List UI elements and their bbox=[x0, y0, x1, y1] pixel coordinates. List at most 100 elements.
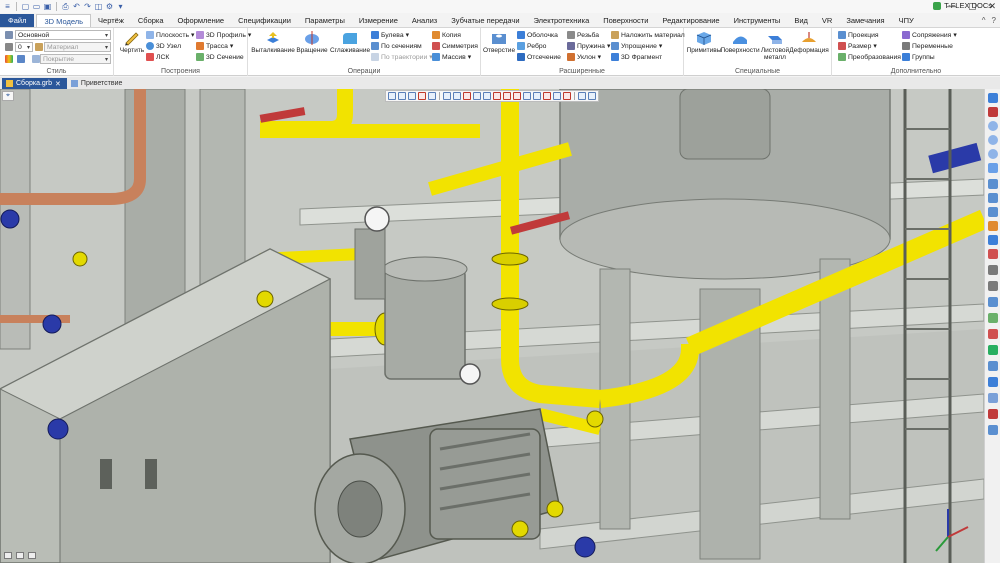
snap-grid-icon[interactable] bbox=[523, 92, 531, 100]
select-box-icon[interactable] bbox=[428, 92, 436, 100]
cut-button[interactable]: Отсечение bbox=[517, 52, 561, 62]
snap-lcs-icon[interactable] bbox=[533, 92, 541, 100]
revolve-button[interactable]: Вращение bbox=[294, 30, 330, 54]
zoom-fit-icon[interactable] bbox=[988, 149, 998, 159]
tab-analysis[interactable]: Анализ bbox=[405, 14, 444, 27]
apply-material-button[interactable]: Наложить материал bbox=[611, 30, 685, 40]
draw-button[interactable]: Чертить bbox=[117, 30, 147, 54]
tab-surfaces[interactable]: Поверхности bbox=[596, 14, 655, 27]
mates-button[interactable]: Сопряжения ▾ bbox=[902, 30, 957, 40]
walk-view-icon[interactable] bbox=[988, 207, 998, 217]
tab-remarks[interactable]: Замечания bbox=[839, 14, 891, 27]
measure-view-icon[interactable] bbox=[988, 425, 998, 435]
sheet-metal-button[interactable]: Листовой металл bbox=[759, 30, 791, 61]
route-button[interactable]: Трасса ▾ bbox=[196, 41, 233, 51]
tab-gears[interactable]: Зубчатые передачи bbox=[444, 14, 526, 27]
layer-select[interactable]: Основной ▾ bbox=[15, 30, 111, 40]
tab-tools[interactable]: Инструменты bbox=[727, 14, 788, 27]
settings-icon[interactable]: ⚙ bbox=[105, 2, 114, 11]
filter-faces-icon[interactable] bbox=[408, 92, 416, 100]
zoom-out-icon[interactable] bbox=[988, 135, 998, 145]
by-sections-button[interactable]: По сечениям bbox=[371, 41, 422, 51]
snap-node-icon[interactable] bbox=[483, 92, 491, 100]
snap-normal-icon[interactable] bbox=[553, 92, 561, 100]
spring-button[interactable]: Пружина ▾ bbox=[567, 41, 610, 51]
magnet-icon[interactable] bbox=[988, 107, 998, 117]
snap-point-icon[interactable] bbox=[453, 92, 461, 100]
array-button[interactable]: Массив ▾ bbox=[432, 52, 471, 62]
deformation-button[interactable]: Деформация bbox=[789, 30, 829, 54]
snap-axis-icon[interactable] bbox=[503, 92, 511, 100]
brand-docs[interactable]: T-FLEX DOCs bbox=[933, 1, 992, 10]
snap-icon[interactable] bbox=[443, 92, 451, 100]
snap-face-icon[interactable] bbox=[473, 92, 481, 100]
display-mode-icon[interactable] bbox=[588, 92, 596, 100]
tab-assembly[interactable]: Сборка bbox=[131, 14, 171, 27]
cube-view-icon[interactable] bbox=[988, 235, 998, 245]
projection-button[interactable]: Проекция bbox=[838, 30, 879, 40]
size-button[interactable]: Размер ▾ bbox=[838, 41, 877, 51]
zoom-in-icon[interactable] bbox=[988, 121, 998, 131]
ortho-toggle-icon[interactable] bbox=[16, 552, 24, 559]
simplify-button[interactable]: Упрощение ▾ bbox=[611, 41, 662, 51]
extrude-button[interactable]: Выталкивание bbox=[251, 30, 295, 54]
tab-3d-model[interactable]: 3D Модель bbox=[36, 14, 92, 27]
tab-electrical[interactable]: Электротехника bbox=[527, 14, 597, 27]
coating-select[interactable]: Покрытие ▾ bbox=[40, 54, 111, 64]
text-tool-icon[interactable] bbox=[988, 409, 998, 419]
rib-button[interactable]: Ребро bbox=[517, 41, 546, 51]
view-iso-icon[interactable] bbox=[988, 345, 998, 355]
filter-edges-icon[interactable] bbox=[418, 92, 426, 100]
wireframe-icon[interactable] bbox=[988, 281, 998, 291]
snap-parallel-icon[interactable] bbox=[563, 92, 571, 100]
tab-design[interactable]: Оформление bbox=[171, 14, 232, 27]
transforms-button[interactable]: Преобразования bbox=[838, 52, 901, 62]
lsk-button[interactable]: ЛСК bbox=[146, 52, 169, 62]
screenshot-icon[interactable] bbox=[988, 393, 998, 403]
color-palette-icon[interactable] bbox=[5, 55, 13, 63]
shell-button[interactable]: Оболочка bbox=[517, 30, 558, 40]
tab-specifications[interactable]: Спецификации bbox=[231, 14, 298, 27]
tab-cnc[interactable]: ЧПУ bbox=[892, 14, 921, 27]
view-top-icon[interactable] bbox=[988, 313, 998, 323]
undo-icon[interactable]: ↶ bbox=[72, 2, 81, 11]
view-orientation-icon[interactable] bbox=[988, 93, 998, 103]
render-icon[interactable] bbox=[988, 377, 998, 387]
redo-icon[interactable]: ↷ bbox=[83, 2, 92, 11]
copy-button[interactable]: Копия bbox=[432, 30, 461, 40]
tab-vr[interactable]: VR bbox=[815, 14, 839, 27]
level-select[interactable]: 0 ▾ bbox=[15, 42, 33, 52]
surfaces-button[interactable]: Поверхности bbox=[720, 30, 760, 54]
doc-tab-assembly[interactable]: Сборка.grb ✕ bbox=[2, 78, 67, 89]
zoom-window-icon[interactable] bbox=[988, 163, 998, 173]
thread-button[interactable]: Резьба bbox=[567, 30, 599, 40]
material-select[interactable]: Материал ▾ bbox=[44, 42, 111, 52]
app-menu-icon[interactable]: ≡ bbox=[3, 2, 12, 11]
primitives-button[interactable]: Примитивы bbox=[687, 30, 721, 54]
hole-button[interactable]: Отверстие bbox=[483, 30, 515, 54]
variables-button[interactable]: Переменные bbox=[902, 41, 953, 51]
snap-edge-icon[interactable] bbox=[463, 92, 471, 100]
tab-editing[interactable]: Редактирование bbox=[655, 14, 726, 27]
tab-drawing[interactable]: Чертёж bbox=[91, 14, 131, 27]
section-3d-button[interactable]: 3D Сечение bbox=[196, 52, 244, 62]
symmetry-button[interactable]: Симметрия bbox=[432, 41, 478, 51]
lighting-icon[interactable] bbox=[988, 249, 998, 259]
help-icon[interactable]: ? bbox=[992, 16, 996, 25]
profile-3d-button[interactable]: 3D Профиль ▾ bbox=[196, 30, 251, 40]
view-side-icon[interactable] bbox=[988, 329, 998, 339]
view-mode-icon[interactable] bbox=[578, 92, 586, 100]
slope-button[interactable]: Уклон ▾ bbox=[567, 52, 601, 62]
snap-tangent-icon[interactable] bbox=[543, 92, 551, 100]
shading-icon[interactable] bbox=[988, 265, 998, 275]
tab-parameters[interactable]: Параметры bbox=[298, 14, 352, 27]
snap-plane-icon[interactable] bbox=[513, 92, 521, 100]
open-folder-icon[interactable]: ▭ bbox=[32, 2, 41, 11]
snap-center-icon[interactable] bbox=[493, 92, 501, 100]
pan-view-icon[interactable] bbox=[988, 193, 998, 203]
plane-button[interactable]: Плоскость ▾ bbox=[146, 30, 194, 40]
select-filter-icon[interactable] bbox=[398, 92, 406, 100]
camera-icon[interactable] bbox=[988, 361, 998, 371]
viewport-options-icon[interactable]: ⌖ bbox=[2, 91, 14, 101]
3d-viewport[interactable] bbox=[0, 89, 984, 563]
